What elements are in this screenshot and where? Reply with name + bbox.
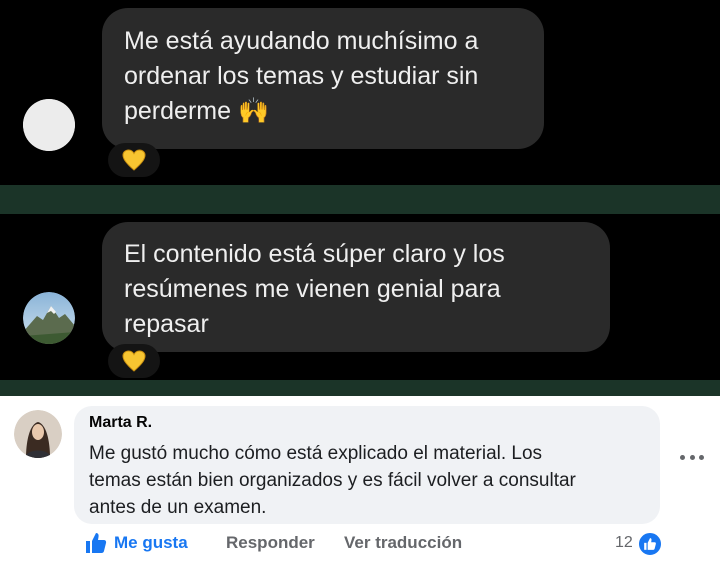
default-avatar [23,99,75,151]
reply-button[interactable]: Responder [226,533,315,553]
screenshot: Me está ayudando muchísimo a ordenar los… [0,0,720,568]
comment-actions: Me gusta Responder Ver traducción 12 [84,531,684,557]
message-line: Me está ayudando muchísimo a [124,27,479,55]
reaction-badge[interactable] [108,143,160,177]
like-count[interactable]: 12 [615,534,633,552]
background-divider [0,380,720,396]
comment-bubble: Marta R. Me gustó mucho cómo está explic… [74,406,660,524]
comment-line: temas están bien organizados y es fácil … [89,470,576,491]
reaction-badge[interactable] [108,344,160,378]
message-bubble: El contenido está súper claro y los resú… [102,222,610,352]
mountain-avatar [23,292,75,344]
comment-author[interactable]: Marta R. [89,414,152,432]
message-bubble: Me está ayudando muchísimo a ordenar los… [102,8,544,149]
message-line: El contenido está súper claro y los [124,240,505,268]
commenter-avatar[interactable] [14,410,62,458]
comment-text: Me gustó mucho cómo está explicado el ma… [89,440,576,521]
background-divider [0,185,720,214]
message-line: repasar [124,310,209,338]
message-line: perderme 🙌 [124,97,270,125]
message-line: ordenar los temas y estudiar sin [124,62,479,90]
chat-message-panel-1: Me está ayudando muchísimo a ordenar los… [0,0,720,185]
yellow-heart-icon [122,350,146,372]
raised-hands-emoji: 🙌 [237,97,270,125]
comment-line: antes de un examen. [89,497,267,518]
more-options-icon[interactable] [680,452,704,462]
message-line: resúmenes me vienen genial para [124,275,501,303]
like-reaction-icon[interactable] [637,531,663,557]
comment-line: Me gustó mucho cómo está explicado el ma… [89,443,543,464]
yellow-heart-icon [122,149,146,171]
thumbs-up-icon[interactable] [84,531,108,555]
comment-section: Marta R. Me gustó mucho cómo está explic… [0,396,720,568]
like-button[interactable]: Me gusta [114,533,188,553]
see-translation-button[interactable]: Ver traducción [344,533,462,553]
chat-message-panel-2: El contenido está súper claro y los resú… [0,214,720,380]
